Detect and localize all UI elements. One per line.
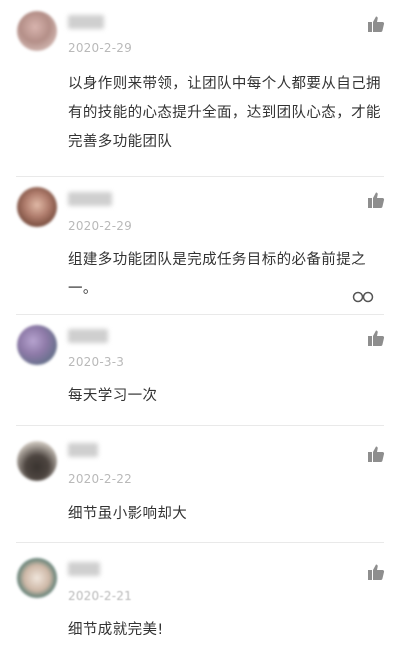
comment-text: 细节成就完美! [68,622,164,638]
comment-item: 2020-2-29 以身作则来带领，让团队中每个人都要从自己拥有的技能的心态提升… [0,0,400,176]
comment-date: 2020-2-21 [68,589,132,603]
comment-date: 2020-2-29 [68,41,132,55]
comment-text: 组建多功能团队是完成任务目标的必备前提之一。 [68,252,366,297]
username-blurred [68,443,98,457]
comment-date: 2020-3-3 [68,355,125,369]
comment-date: 2020-2-22 [68,472,132,486]
thumbs-up-icon[interactable] [367,445,385,463]
avatar[interactable] [17,11,57,51]
thumbs-up-icon[interactable] [367,563,385,581]
username-blurred [68,562,100,576]
avatar[interactable] [17,441,57,481]
comment-text: 以身作则来带领，让团队中每个人都要从自己拥有的技能的心态提升全面，达到团队心态，… [68,76,381,150]
username-blurred [68,192,112,206]
comment-text: 每天学习一次 [68,388,158,404]
username-blurred [68,329,108,343]
comment-item: 2020-2-29 组建多功能团队是完成任务目标的必备前提之一。 [0,177,400,314]
thumbs-up-icon[interactable] [367,329,385,347]
comment-item: 2020-3-3 每天学习一次 [0,315,400,425]
thumbs-up-icon[interactable] [367,15,385,33]
comment-item: 2020-2-21 细节成就完美! [0,543,400,642]
comment-date: 2020-2-29 [68,219,132,233]
comment-item: 2020-2-22 细节虽小影响却大 [0,426,400,542]
avatar[interactable] [17,325,57,365]
thumbs-up-icon[interactable] [367,191,385,209]
avatar[interactable] [17,187,57,227]
comment-text: 细节虽小影响却大 [68,506,188,522]
username-blurred [68,15,104,29]
avatar[interactable] [17,558,57,598]
reply-bubbles-icon[interactable] [352,291,374,303]
